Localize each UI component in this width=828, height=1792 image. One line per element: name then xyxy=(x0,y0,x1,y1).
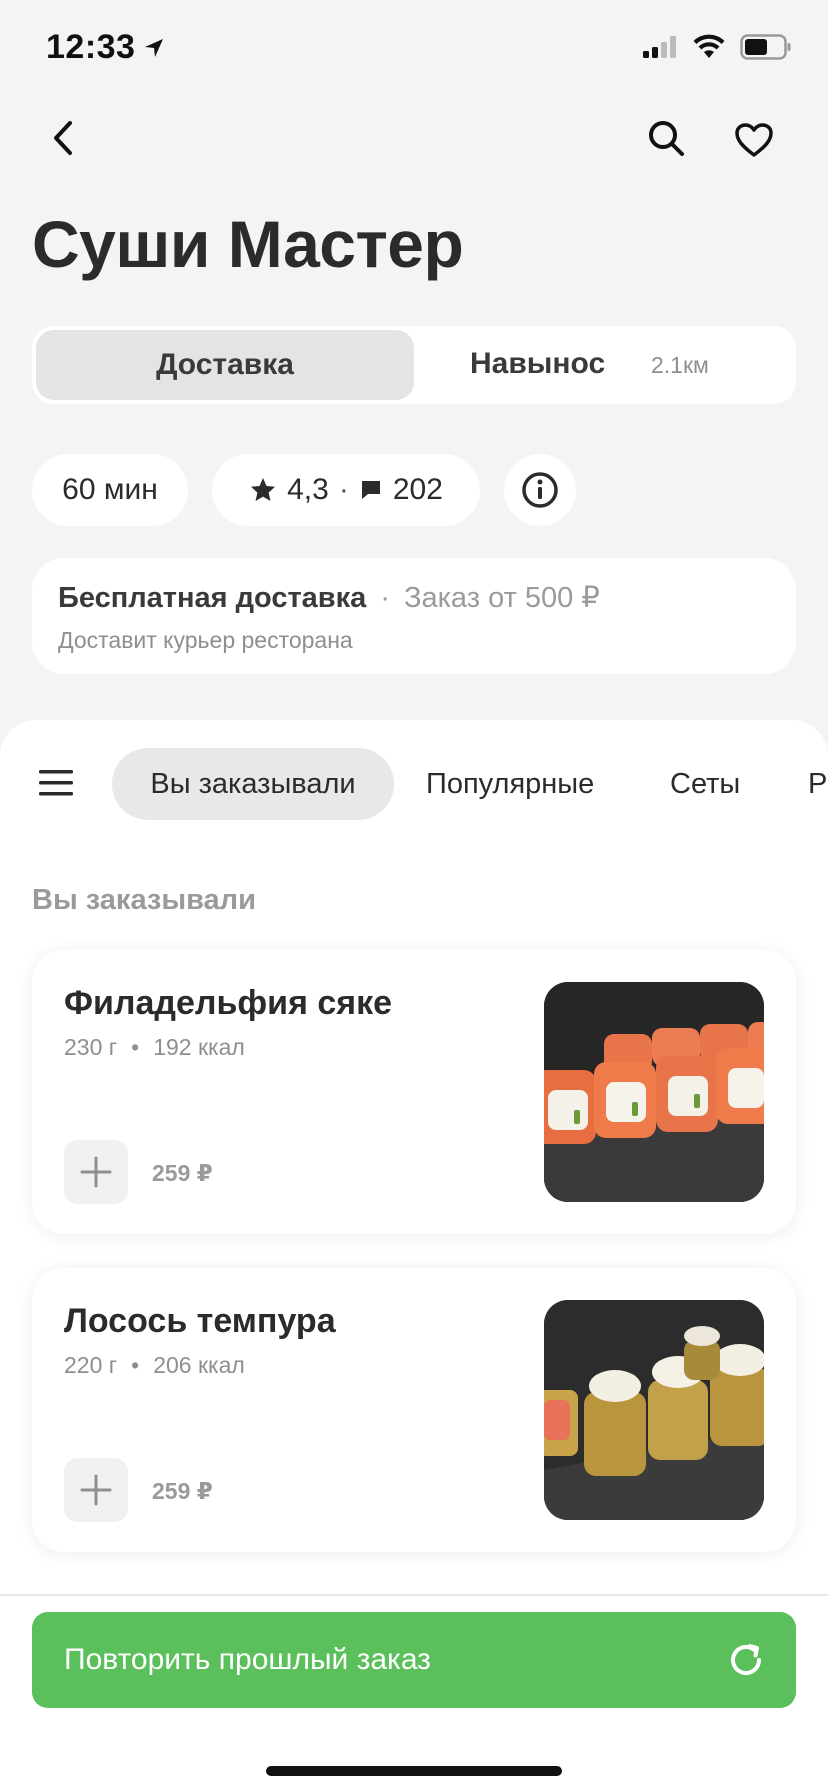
delivery-time-label: 60 мин xyxy=(62,473,158,506)
product-weight: 230 г xyxy=(64,1034,118,1060)
star-icon xyxy=(251,478,276,501)
battery-icon xyxy=(740,34,791,60)
repeat-order-button[interactable]: Повторить прошлый заказ xyxy=(32,1612,796,1708)
category-tab-next[interactable]: Р xyxy=(808,748,828,820)
delivery-summary: Бесплатная доставка · Заказ от 500 ₽ xyxy=(58,580,770,615)
product-price: 259 ₽ xyxy=(152,1478,213,1504)
meta-separator: • xyxy=(131,1352,140,1378)
refresh-icon xyxy=(731,1644,762,1676)
min-order-label: Заказ от 500 ₽ xyxy=(403,582,600,614)
product-kcal: 192 ккал xyxy=(153,1034,245,1060)
pickup-distance: 2.1км xyxy=(651,352,709,378)
product-kcal: 206 ккал xyxy=(153,1352,245,1378)
categories-menu-button[interactable] xyxy=(38,768,74,798)
add-to-cart-button[interactable] xyxy=(64,1458,128,1522)
add-to-cart-button[interactable] xyxy=(64,1140,128,1204)
product-meta: 220 г • 206 ккал xyxy=(64,1352,245,1379)
plus-icon xyxy=(80,1474,112,1506)
product-name: Лосось темпура xyxy=(64,1302,336,1340)
tab-delivery[interactable]: Доставка xyxy=(36,330,414,400)
product-photo[interactable] xyxy=(544,982,764,1202)
search-button[interactable] xyxy=(644,116,688,160)
delivery-separator: · xyxy=(380,582,390,614)
courier-note: Доставит курьер ресторана xyxy=(58,627,353,653)
status-bar-indicators xyxy=(642,34,792,60)
category-tab-sets[interactable]: Сеты xyxy=(670,748,740,820)
product-weight: 220 г xyxy=(64,1352,118,1378)
tab-pickup[interactable]: Навынос xyxy=(470,347,605,381)
meta-separator: • xyxy=(131,1034,140,1060)
plus-icon xyxy=(80,1156,112,1188)
reviews-count: 202 xyxy=(392,473,443,506)
delivery-time-chip[interactable]: 60 мин xyxy=(32,454,188,526)
product-photo[interactable] xyxy=(544,1300,764,1520)
rating-chip[interactable]: 4,3 · 202 xyxy=(212,454,480,526)
category-tab-popular[interactable]: Популярные xyxy=(426,748,594,820)
product-meta: 230 г • 192 ккал xyxy=(64,1034,245,1061)
signal-icon xyxy=(643,36,676,58)
rating-separator: · xyxy=(338,473,349,506)
tempura-rolls-image xyxy=(544,1300,764,1520)
bottom-divider xyxy=(0,1594,828,1596)
page-title: Суши Мастер xyxy=(32,207,464,281)
status-bar-time: 12:33 xyxy=(46,28,165,67)
product-name: Филадельфия сяке xyxy=(64,984,393,1022)
sushi-rolls-image xyxy=(544,982,764,1202)
heart-icon xyxy=(735,123,773,157)
comment-icon xyxy=(361,481,380,499)
home-indicator xyxy=(266,1766,562,1776)
time-label: 12:33 xyxy=(46,28,136,66)
info-button[interactable] xyxy=(504,454,576,526)
info-icon xyxy=(522,472,558,508)
wifi-icon xyxy=(693,34,725,58)
location-arrow-icon xyxy=(145,38,164,57)
back-button[interactable] xyxy=(44,118,84,158)
section-title: Вы заказывали xyxy=(32,884,256,916)
free-delivery-label: Бесплатная доставка xyxy=(58,582,367,614)
rating-value: 4,3 xyxy=(287,473,329,506)
delivery-info-card[interactable]: Бесплатная доставка · Заказ от 500 ₽ Дос… xyxy=(32,558,796,674)
favorite-button[interactable] xyxy=(734,118,774,162)
product-price: 259 ₽ xyxy=(152,1160,213,1186)
chevron-left-icon xyxy=(54,121,72,155)
product-card[interactable]: Филадельфия сяке 230 г • 192 ккал 259 ₽ xyxy=(32,950,796,1234)
search-icon xyxy=(649,121,684,156)
repeat-order-label: Повторить прошлый заказ xyxy=(64,1643,431,1676)
tab-delivery-label: Доставка xyxy=(156,348,294,381)
product-card[interactable]: Лосось темпура 220 г • 206 ккал 259 ₽ xyxy=(32,1268,796,1552)
category-tab-ordered[interactable]: Вы заказывали xyxy=(112,748,394,820)
hamburger-icon xyxy=(39,770,73,796)
